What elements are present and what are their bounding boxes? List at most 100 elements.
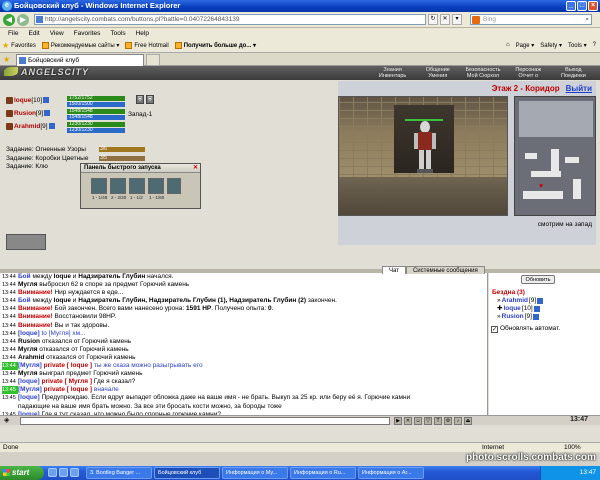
private-icon[interactable]: ✚	[497, 305, 502, 313]
message-time[interactable]: 13:44	[2, 305, 18, 313]
message-time[interactable]: 13:44	[2, 281, 18, 289]
forward-button[interactable]: ▶	[17, 14, 29, 26]
info-icon[interactable]	[532, 314, 539, 320]
back-button[interactable]: ◀	[3, 14, 15, 26]
favorites-center-icon[interactable]: ★	[3, 55, 10, 64]
info-icon[interactable]	[533, 306, 540, 312]
shield-icon[interactable]: ⛨	[146, 95, 154, 104]
send-icon[interactable]: ▶	[394, 417, 402, 425]
help-icon[interactable]: ?	[593, 42, 596, 49]
search-input[interactable]: Bing ⌕	[470, 14, 592, 25]
exit-link[interactable]: Выйти	[566, 84, 592, 93]
minimize-button[interactable]: _	[566, 1, 576, 11]
search-icon[interactable]: ⌕	[585, 15, 589, 25]
message-time[interactable]: 13:44	[2, 378, 18, 386]
message-time[interactable]: 13:44	[2, 289, 18, 297]
quick-slot[interactable]: 1 - 1/60	[148, 178, 164, 200]
monster-sprite[interactable]	[411, 119, 439, 175]
party-member-name[interactable]: loque[10]	[14, 97, 50, 104]
menu-help[interactable]: Help	[131, 28, 154, 39]
smile-icon[interactable]: ☺	[414, 417, 422, 425]
favorite-link-3[interactable]: Получить больше до... ▾	[174, 42, 256, 49]
taskbar-item[interactable]: 3. Bootleg Banger ...	[86, 467, 152, 479]
dungeon-view[interactable]	[338, 96, 508, 216]
mp-bar: 1500/1500	[67, 101, 125, 107]
auto-refresh-toggle[interactable]: ✓ Обновлять автомат.	[491, 325, 560, 333]
refresh-icon[interactable]: ↻	[428, 14, 438, 25]
quicklaunch-icon[interactable]	[70, 468, 79, 477]
room-user[interactable]: » Arahmid [9]	[497, 297, 544, 305]
taskbar-item[interactable]: Информация о Ru...	[290, 467, 356, 479]
refresh-button[interactable]: Обновить	[521, 275, 555, 284]
shield-icon[interactable]: ⛨	[136, 95, 144, 104]
quicklaunch-icon[interactable]	[48, 468, 57, 477]
tools-menu[interactable]: Tools ▾	[568, 42, 587, 49]
maximize-button[interactable]: □	[577, 1, 587, 11]
message-time[interactable]: 13:44	[2, 313, 18, 321]
start-button[interactable]: start	[0, 466, 44, 480]
quick-slot[interactable]: 2 - 2/20	[110, 178, 126, 200]
message-time[interactable]: 13:44	[2, 354, 18, 362]
sound-icon[interactable]: ♪	[454, 417, 462, 425]
taskbar-item[interactable]: Информация о Му...	[222, 467, 288, 479]
tab-system-messages[interactable]: Системные сообщения	[405, 266, 485, 274]
taskbar-item-active[interactable]: Бойцовский клуб	[154, 467, 220, 479]
link-icon	[41, 42, 49, 49]
chat-mode-icon[interactable]: ◈	[4, 416, 9, 424]
message-time[interactable]: 13:44	[2, 297, 18, 305]
favorite-link-2[interactable]: Free Hotmail	[125, 42, 169, 49]
info-icon[interactable]	[44, 110, 51, 116]
menu-edit[interactable]: Edit	[23, 28, 44, 39]
clear-icon[interactable]: ✕	[404, 417, 412, 425]
favorites-button[interactable]: ★ Favorites	[2, 41, 36, 50]
menu-file[interactable]: File	[3, 28, 23, 39]
message-time[interactable]: 13:44	[2, 346, 18, 354]
menu-favorites[interactable]: Favorites	[69, 28, 106, 39]
party-member-name[interactable]: Arahmid[9]	[14, 123, 55, 130]
party-member-name[interactable]: Rusion[9]	[14, 110, 51, 117]
room-user[interactable]: ✚ loque [10]	[497, 305, 543, 313]
quick-slot[interactable]	[167, 178, 181, 194]
info-icon[interactable]	[48, 123, 55, 129]
favorite-link-1[interactable]: Рекомендуемые сайты ▾	[41, 42, 119, 49]
safety-menu[interactable]: Safety ▾	[540, 42, 562, 49]
room-user-list: » Arahmid [9] ✚ loque [10] » Rusion [9]	[497, 297, 544, 321]
address-input[interactable]: http://angelscity.combats.com/buttons.pl…	[34, 14, 426, 25]
message-time[interactable]: 13:45	[2, 394, 18, 402]
menu-view[interactable]: View	[45, 28, 69, 39]
message-time[interactable]: 13:44	[2, 370, 18, 378]
chat-input[interactable]	[20, 417, 390, 425]
dropdown-icon[interactable]: ▾	[452, 14, 462, 25]
filter-icon[interactable]: ▽	[424, 417, 432, 425]
info-icon[interactable]	[43, 97, 50, 103]
info-icon[interactable]	[537, 298, 544, 304]
stop-icon[interactable]: ✕	[440, 14, 450, 25]
message-time[interactable]: 13:45	[2, 386, 18, 395]
close-button[interactable]: ×	[588, 1, 598, 11]
menu-tools[interactable]: Tools	[105, 28, 130, 39]
party-list: loque[10] 1752/1752 1500/1500 Rusion[9] 1548…	[6, 95, 206, 135]
message-time[interactable]: 13:44	[2, 362, 18, 371]
message-time[interactable]: 13:44	[2, 322, 18, 330]
taskbar-item[interactable]: Информация о Ar...	[358, 467, 424, 479]
message-time[interactable]: 13:44	[2, 273, 18, 281]
translit-icon[interactable]: T	[434, 417, 442, 425]
quicklaunch-icon[interactable]	[59, 468, 68, 477]
settings-icon[interactable]: ⚙	[444, 417, 452, 425]
exit-icon[interactable]: ⏏	[464, 417, 472, 425]
private-icon[interactable]: »	[497, 313, 501, 321]
private-icon[interactable]: »	[497, 297, 501, 305]
home-icon[interactable]: ⌂	[506, 42, 510, 49]
new-tab-button[interactable]	[146, 54, 160, 66]
quick-slot[interactable]: 1 - 1/48	[91, 178, 107, 200]
tab-active[interactable]: Бойцовский клуб	[16, 54, 144, 66]
message-time[interactable]: 13:44	[2, 330, 18, 338]
message-time[interactable]: 13:44	[2, 338, 18, 346]
page-menu[interactable]: Page ▾	[516, 42, 535, 49]
chat-input-bar: ◈ ▶ ✕ ☺ ▽ T ⚙ ♪ ⏏ 13:47	[0, 415, 600, 425]
tab-chat[interactable]: Чат	[382, 266, 406, 274]
room-user[interactable]: » Rusion [9]	[497, 313, 543, 321]
quick-slot[interactable]: 1 - 1/2	[129, 178, 145, 200]
close-icon[interactable]: ✕	[193, 164, 198, 173]
checkbox-checked-icon[interactable]: ✓	[491, 325, 498, 333]
